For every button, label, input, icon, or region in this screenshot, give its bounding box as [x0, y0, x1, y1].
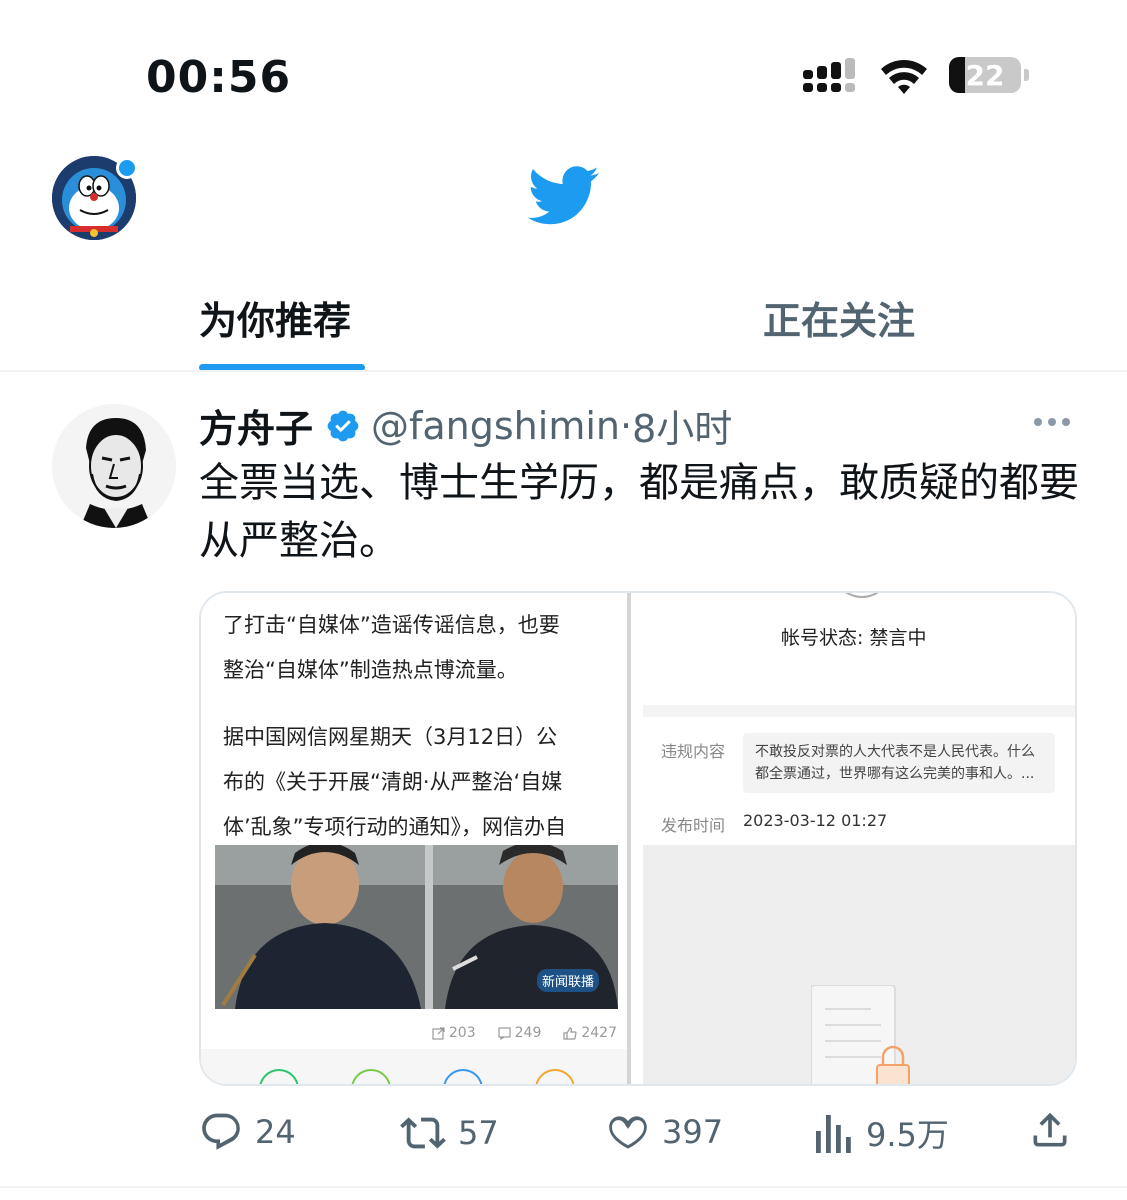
account-status: 帐号状态: 禁言中: [781, 627, 927, 649]
avatar-arc: [845, 593, 879, 598]
author-avatar[interactable]: [52, 404, 176, 528]
tweet-time[interactable]: 8小时: [632, 398, 732, 453]
reply-action[interactable]: 24: [199, 1110, 296, 1154]
tabs-divider: [0, 370, 1127, 372]
article-line: 布的《关于开展“清朗·从严整治‘自媒: [223, 770, 563, 794]
article-line: 据中国网信网星期天（3月12日）公: [223, 725, 558, 749]
comment-icon: [498, 1026, 511, 1040]
like-count: 2427: [581, 1025, 617, 1041]
news-video-frame: 新闻联播: [215, 845, 618, 1009]
share-count: 203: [448, 1025, 476, 1041]
tweet-media[interactable]: 了打击“自媒体”造谣传谣信息，也要 整治“自媒体”制造热点博流量。 据中国网信网…: [199, 591, 1077, 1086]
publish-time: 2023-03-12 01:27: [743, 811, 888, 830]
notification-dot: [116, 157, 138, 179]
share-stat: 203: [432, 1025, 476, 1041]
violation-content: 不敢投反对票的人大代表不是人民代表。什么都全票通过，世界哪有这么完美的事和人。.…: [743, 733, 1055, 793]
battery-icon: 22: [949, 57, 1029, 93]
reply-count: 24: [255, 1113, 296, 1151]
status-time: 00:56: [146, 52, 292, 103]
views-count: 9.5万: [866, 1116, 949, 1154]
article-stats: 203 249 2427: [201, 1025, 629, 1041]
tweet-header: 方舟子 @fangshimin · 8小时: [199, 398, 732, 453]
status-icons: 22: [803, 56, 1029, 94]
tweet-divider: [0, 1186, 1127, 1188]
reply-icon: [202, 1113, 240, 1150]
violation-label: 违规内容: [661, 742, 726, 761]
like-count: 397: [662, 1113, 724, 1151]
thumbs-up-icon: [563, 1026, 577, 1040]
views-action[interactable]: 9.5万: [814, 1110, 949, 1156]
article-line: 了打击“自媒体”造谣传谣信息，也要: [223, 613, 560, 637]
battery-level: 22: [965, 58, 1005, 92]
share-icon[interactable]: [1028, 1108, 1072, 1152]
handle-separator: ·: [619, 403, 633, 448]
article-screenshot: 了打击“自媒体”造谣传谣信息，也要 整治“自媒体”制造热点博流量。 据中国网信网…: [201, 593, 629, 1084]
comment-count: 249: [514, 1025, 542, 1041]
retweet-action[interactable]: 57: [400, 1110, 499, 1156]
retweet-icon: [400, 1117, 446, 1149]
article-line: 体’乱象”专项行动的通知》，网信办自: [223, 815, 567, 839]
tab-for-you[interactable]: 为你推荐: [199, 290, 351, 345]
tab-following[interactable]: 正在关注: [763, 290, 915, 345]
wifi-icon: [881, 60, 927, 94]
views-chart-icon: [816, 1115, 851, 1153]
author-handle[interactable]: @fangshimin: [371, 404, 620, 448]
heart-icon: [609, 1116, 647, 1149]
article-line: 整治“自媒体”制造热点博流量。: [223, 658, 518, 682]
section-divider: [643, 705, 1075, 717]
signal-icon: [803, 58, 855, 92]
retweet-count: 57: [458, 1114, 499, 1152]
like-action[interactable]: 397: [606, 1110, 723, 1154]
verified-badge-icon: [327, 410, 359, 441]
author-name[interactable]: 方舟子: [199, 398, 313, 453]
media-separator: [627, 593, 631, 1084]
account-status-screenshot: 帐号状态: 禁言中 违规内容 不敢投反对票的人大代表不是人民代表。什么都全票通过…: [643, 593, 1075, 1084]
news-channel-logo: 新闻联播: [537, 969, 600, 992]
comment-stat: 249: [498, 1025, 542, 1041]
share-icon: [432, 1026, 445, 1040]
locked-document-icon: [811, 985, 910, 1084]
publish-time-label: 发布时间: [661, 816, 726, 835]
like-stat: 2427: [563, 1025, 617, 1041]
more-options-icon[interactable]: [1032, 412, 1072, 432]
twitter-bird-icon[interactable]: [528, 166, 600, 226]
tweet-text: 全票当选、博士生学历，都是痛点，敢质疑的都要从严整治。: [199, 460, 1079, 564]
